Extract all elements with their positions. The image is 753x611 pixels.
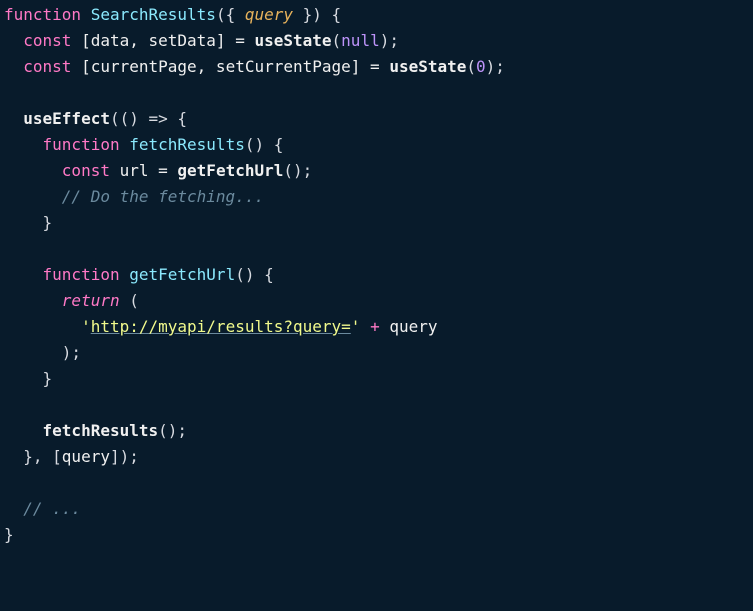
arrow-fn: (() => {: [110, 109, 187, 128]
comment: // ...: [23, 499, 81, 518]
sig: () {: [245, 135, 284, 154]
call: ();: [158, 421, 187, 440]
brace-close: }: [43, 369, 53, 388]
keyword-function: function: [43, 135, 120, 154]
url-string: http://myapi/results?query=: [91, 317, 351, 336]
destructure: [currentPage, setCurrentPage] =: [71, 57, 389, 76]
destructure: [data, setData] =: [71, 31, 254, 50]
code-block: function SearchResults({ query }) { cons…: [0, 0, 753, 548]
call-fetchresults: fetchResults: [43, 421, 159, 440]
dep-query: query: [62, 447, 110, 466]
close-deps2: ]);: [110, 447, 139, 466]
null-literal: null: [341, 31, 380, 50]
keyword-const: const: [23, 57, 71, 76]
brace-close: }: [4, 525, 14, 544]
paren: (: [466, 57, 476, 76]
fn-name: fetchResults: [129, 135, 245, 154]
string-quote: ': [81, 317, 91, 336]
zero-literal: 0: [476, 57, 486, 76]
plus-op: +: [360, 317, 389, 336]
use-effect: useEffect: [23, 109, 110, 128]
fn-name: SearchResults: [91, 5, 216, 24]
use-state: useState: [254, 31, 331, 50]
comment: // Do the fetching...: [62, 187, 264, 206]
keyword-return: return: [62, 291, 120, 310]
keyword-const: const: [62, 161, 110, 180]
paren: );: [486, 57, 505, 76]
keyword-function: function: [4, 5, 81, 24]
brace-close: }: [43, 213, 53, 232]
sig: () {: [235, 265, 274, 284]
fn-name: getFetchUrl: [129, 265, 235, 284]
assign: url =: [110, 161, 177, 180]
use-state: useState: [389, 57, 466, 76]
paren: );: [380, 31, 399, 50]
ident-query: query: [389, 317, 437, 336]
punct: ({: [216, 5, 245, 24]
paren-close: );: [62, 343, 81, 362]
string-quote: ': [351, 317, 361, 336]
paren: (: [332, 31, 342, 50]
call-getfetchurl: getFetchUrl: [177, 161, 283, 180]
close-deps: }, [: [23, 447, 62, 466]
call: ();: [283, 161, 312, 180]
punct: }) {: [293, 5, 341, 24]
keyword-const: const: [23, 31, 71, 50]
keyword-function: function: [43, 265, 120, 284]
param-query: query: [245, 5, 293, 24]
paren: (: [120, 291, 139, 310]
